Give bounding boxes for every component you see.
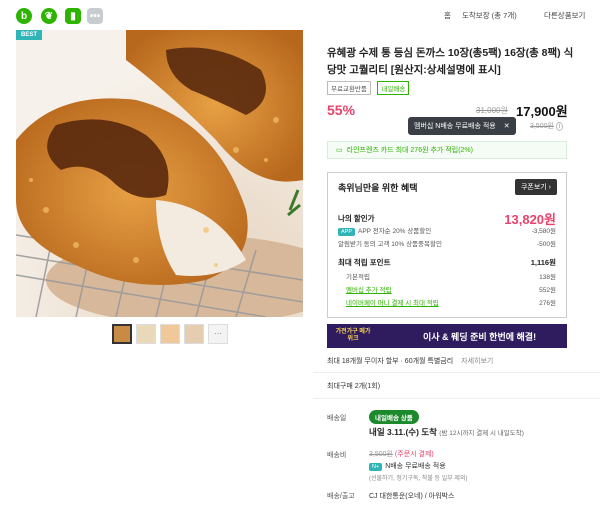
point-row: 기본적립 138원 bbox=[346, 274, 556, 281]
card-icon: ▭ bbox=[336, 147, 343, 154]
delivery-guarantee-link[interactable]: 도착보장 (총 7개) bbox=[462, 10, 517, 21]
tonkatsu-photo bbox=[16, 30, 303, 317]
megaweek-logo: 가전가구 메가위크 bbox=[335, 329, 371, 342]
membership-free-shipping: N+ N배송 무료배송 적용 bbox=[369, 461, 446, 471]
b-app-icon[interactable]: b bbox=[16, 8, 32, 24]
discount-percent: 55% bbox=[327, 102, 356, 118]
divider bbox=[313, 398, 600, 399]
other-products-link[interactable]: 다른상품보기 bbox=[544, 10, 585, 21]
coupon-button[interactable]: 쿠폰보기 › bbox=[514, 179, 557, 195]
home-link[interactable]: 홈 bbox=[444, 10, 451, 21]
benefit-box: 촉위님만을 위한 혜택 쿠폰보기 › 나의 할인가 13,820원 APP APP… bbox=[327, 172, 567, 318]
points-row: 최대 적립 포인트 1,116원 bbox=[338, 258, 556, 267]
thumbnail-4[interactable] bbox=[184, 324, 204, 344]
thumbnail-more-icon[interactable]: ⋯ bbox=[208, 324, 228, 344]
tag-row: 무료교환반품 내일배송 bbox=[327, 81, 413, 95]
carrier: CJ 대한통운(오네) / 아워박스 bbox=[369, 493, 455, 500]
best-badge: BEST bbox=[16, 30, 43, 40]
carrier-label: 배송/출고 bbox=[327, 493, 355, 500]
tomorrow-badge: 내일배송 상품 bbox=[369, 410, 419, 424]
top-bar: b ❦ ▮ ••• 홈 도착보장 (총 7개) 다른상품보기 bbox=[0, 0, 600, 30]
product-image[interactable] bbox=[16, 30, 303, 317]
membership-exclusion: (선물하기, 정기구독, 착불 등 일부 제외) bbox=[369, 476, 468, 482]
banner-text: 이사 & 웨딩 준비 한번에 해결! bbox=[423, 331, 537, 342]
max-purchase: 최대구매 2개(1회) bbox=[327, 383, 381, 390]
card-point-bar[interactable]: ▭ 라인프렌즈 카드 최대 276원 추가 적립(2%) bbox=[327, 141, 567, 159]
tomorrow-delivery-tag: 내일배송 bbox=[377, 81, 410, 95]
promo-banner[interactable]: 가전가구 메가위크 이사 & 웨딩 준비 한번에 해결! bbox=[327, 324, 567, 348]
coupon-note: 3,500원 i bbox=[530, 121, 564, 131]
more-icon[interactable]: ••• bbox=[87, 8, 103, 24]
info-icon[interactable]: i bbox=[555, 122, 564, 131]
discount-row: 알림받기 동의 고객 10% 상품중복할인 -500원 bbox=[338, 241, 556, 248]
app-badge: APP bbox=[338, 228, 356, 236]
point-row[interactable]: 멤버십 추가 적립 552원 bbox=[338, 284, 556, 294]
delivery-date: 내일 3.11.(수) 도착 (밤 12시까지 결제 시 내일도착) bbox=[369, 427, 524, 437]
shipping-fee: 3,500원 (주문시 결제) bbox=[369, 451, 434, 458]
membership-tooltip: 멤버십 N배송 무료배송 적용 ✕ bbox=[408, 117, 516, 135]
divider bbox=[313, 372, 600, 373]
benefit-header: 촉위님만을 위한 혜택 bbox=[338, 183, 418, 193]
point-row[interactable]: 네이버페이 머니 결제 시 최대 적립 276원 bbox=[338, 297, 556, 307]
shipping-fee-label: 배송비 bbox=[327, 452, 347, 459]
thumbnail-2[interactable] bbox=[136, 324, 156, 344]
installment-more-link[interactable]: 자세히보기 bbox=[461, 358, 493, 365]
original-price: 31,000원 bbox=[476, 106, 508, 115]
close-icon[interactable]: ✕ bbox=[504, 123, 510, 130]
thumbnail-strip: ⋯ bbox=[112, 324, 228, 344]
membership-badge: N+ bbox=[369, 463, 383, 471]
sale-price: 17,900원 bbox=[516, 104, 568, 119]
thumbnail-3[interactable] bbox=[160, 324, 180, 344]
free-return-tag: 무료교환반품 bbox=[327, 81, 371, 95]
installment-row: 최대 18개월 무이자 할부 · 60개월 특별금리 자세히보기 bbox=[327, 358, 494, 365]
thumbnail-1[interactable] bbox=[112, 324, 132, 344]
bookmark-icon[interactable]: ▮ bbox=[65, 8, 81, 24]
discount-row: APP APP 전자순 20% 상품할인 -3,580원 bbox=[338, 225, 556, 236]
shipping-date-label: 배송일 bbox=[327, 415, 347, 422]
leaf-icon[interactable]: ❦ bbox=[41, 8, 57, 24]
product-title: 유혜광 수제 통 등심 돈까스 10장(총5팩) 16장(총 8팩) 식당맛 고… bbox=[327, 47, 574, 76]
